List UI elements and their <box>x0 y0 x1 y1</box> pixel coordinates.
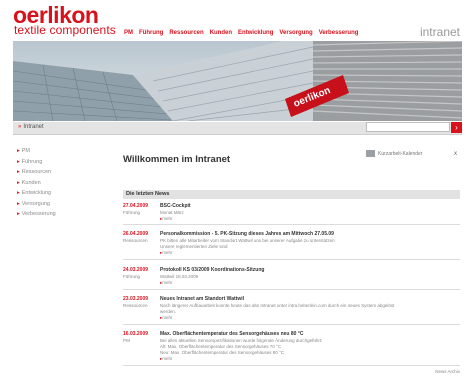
news-item: 26.04.2009 Ressourcen Personalkommission… <box>123 231 460 260</box>
news-more-link[interactable]: ▸mehr <box>160 356 173 362</box>
news-category: PM <box>123 338 130 343</box>
breadcrumb[interactable]: » Intranet <box>18 124 44 130</box>
breadcrumb-bar: » Intranet › <box>13 122 462 135</box>
topnav-item-kunden[interactable]: Kunden <box>210 30 232 36</box>
news-date: 24.03.2009 <box>123 267 149 273</box>
breadcrumb-label: Intranet <box>23 124 44 130</box>
building-photo: oerlikon <box>13 41 462 121</box>
calendar-link-label: Kurzarbeit-Kalender <box>378 150 423 157</box>
calendar-link[interactable]: Kurzarbeit-Kalender <box>366 150 422 157</box>
news-category: Führung <box>123 210 141 215</box>
news-text: Nach längerer Aufbauarbeit konnte heute … <box>160 303 395 308</box>
sidebar-item-label: Entwicklung <box>21 190 52 196</box>
sidebar-item-label: Verbesserung <box>21 211 56 217</box>
news-title[interactable]: Neues Intranet am Standort Wattwil <box>160 296 244 302</box>
oerlikon-logo[interactable]: oerlikon textile components <box>13 2 123 42</box>
news-text: Neu: Max. Oberflächentemperatur des Sens… <box>160 350 285 355</box>
topnav-item-verbesserung[interactable]: Verbesserung <box>319 30 359 36</box>
bullet-arrow-icon: ▸ <box>17 158 20 165</box>
sidebar-item-fuehrung[interactable]: ▸ Führung <box>17 157 56 168</box>
sidebar-item-entwicklung[interactable]: ▸ Entwicklung <box>17 188 56 199</box>
bullet-arrow-icon: ▸ <box>17 211 20 217</box>
bullet-arrow-icon: ▸ <box>17 148 20 154</box>
news-category: Ressourcen <box>123 303 148 308</box>
news-more-link[interactable]: ▸mehr <box>160 280 173 286</box>
sidebar-item-pm[interactable]: ▸ PM <box>17 146 56 157</box>
news-section-heading: Die letzten News <box>123 190 460 199</box>
topnav-item-fuehrung[interactable]: Führung <box>139 30 163 36</box>
news-item: 24.03.2009 Führung Protokoll KS 03/2009 … <box>123 267 460 290</box>
bullet-arrow-icon: ▸ <box>17 200 20 207</box>
news-title[interactable]: Protokoll KS 03/2009 Koordinations-Sitzu… <box>160 267 264 273</box>
news-item: 23.03.2009 Ressourcen Neues Intranet am … <box>123 296 460 325</box>
site-name: intranet <box>419 25 460 39</box>
sidebar-item-label: Führung <box>21 158 43 165</box>
news-archive-link[interactable]: News Archiv <box>435 369 460 374</box>
header-banner-image: oerlikon <box>13 41 462 121</box>
sidebar-item-verbesserung[interactable]: ▸ Verbesserung <box>17 209 56 220</box>
sidebar-item-versorgung[interactable]: ▸ Versorgung <box>17 199 56 210</box>
news-title[interactable]: BSC-Cockpit <box>160 203 191 209</box>
sidebar-item-label: Versorgung <box>21 200 50 207</box>
topnav-item-versorgung[interactable]: Versorgung <box>279 30 312 36</box>
sidebar-navigation: ▸ PM ▸ Führung ▸ Ressourcen ▸ Kunden ▸ Entwic… <box>17 146 56 220</box>
news-more-link[interactable]: ▸mehr <box>160 216 173 222</box>
news-date: 16.03.2009 <box>123 331 149 337</box>
bullet-arrow-icon: ▸ <box>17 169 20 175</box>
news-item: 27.04.2009 Führung BSC-Cockpit Monat Mär… <box>123 203 460 225</box>
search-submit-button[interactable]: › <box>451 122 462 133</box>
sidebar-item-kunden[interactable]: ▸ Kunden <box>17 178 56 189</box>
logo-subtitle: textile components <box>14 23 116 37</box>
bullet-arrow-icon: ▸ <box>17 179 20 186</box>
calendar-icon <box>366 150 375 157</box>
news-date: 26.04.2009 <box>123 231 149 237</box>
breadcrumb-arrow-icon: » <box>18 124 22 130</box>
sidebar-item-ressourcen[interactable]: ▸ Ressourcen <box>17 167 56 178</box>
news-more-link[interactable]: ▸mehr <box>160 315 173 321</box>
top-navigation: PM Führung Ressourcen Kunden Entwicklung… <box>124 30 364 36</box>
topnav-item-pm[interactable]: PM <box>124 30 133 36</box>
news-category: Ressourcen <box>123 238 148 243</box>
sidebar-item-label: Ressourcen <box>21 169 52 175</box>
bullet-arrow-icon: ▸ <box>17 190 20 196</box>
news-category: Führung <box>123 274 141 279</box>
topnav-item-ressourcen[interactable]: Ressourcen <box>169 30 203 36</box>
page-title: Willkommen im Intranet <box>123 154 231 165</box>
close-icon[interactable]: x <box>454 151 460 157</box>
sidebar-item-label: Kunden <box>21 179 41 186</box>
topnav-item-entwicklung[interactable]: Entwicklung <box>238 30 273 36</box>
sidebar-item-label: PM <box>21 148 31 154</box>
news-date: 23.03.2009 <box>123 296 149 302</box>
news-item: 16.03.2009 PM Max. Oberflächentemperatur… <box>123 331 460 366</box>
news-title[interactable]: Max. Oberflächentemperatur des Sensorgeh… <box>160 331 303 337</box>
search-input[interactable] <box>366 122 450 132</box>
news-more-link[interactable]: ▸mehr <box>160 250 173 256</box>
news-title[interactable]: Personalkommission - 5. PK-Sitzung diese… <box>160 231 334 237</box>
news-date: 27.04.2009 <box>123 203 149 209</box>
